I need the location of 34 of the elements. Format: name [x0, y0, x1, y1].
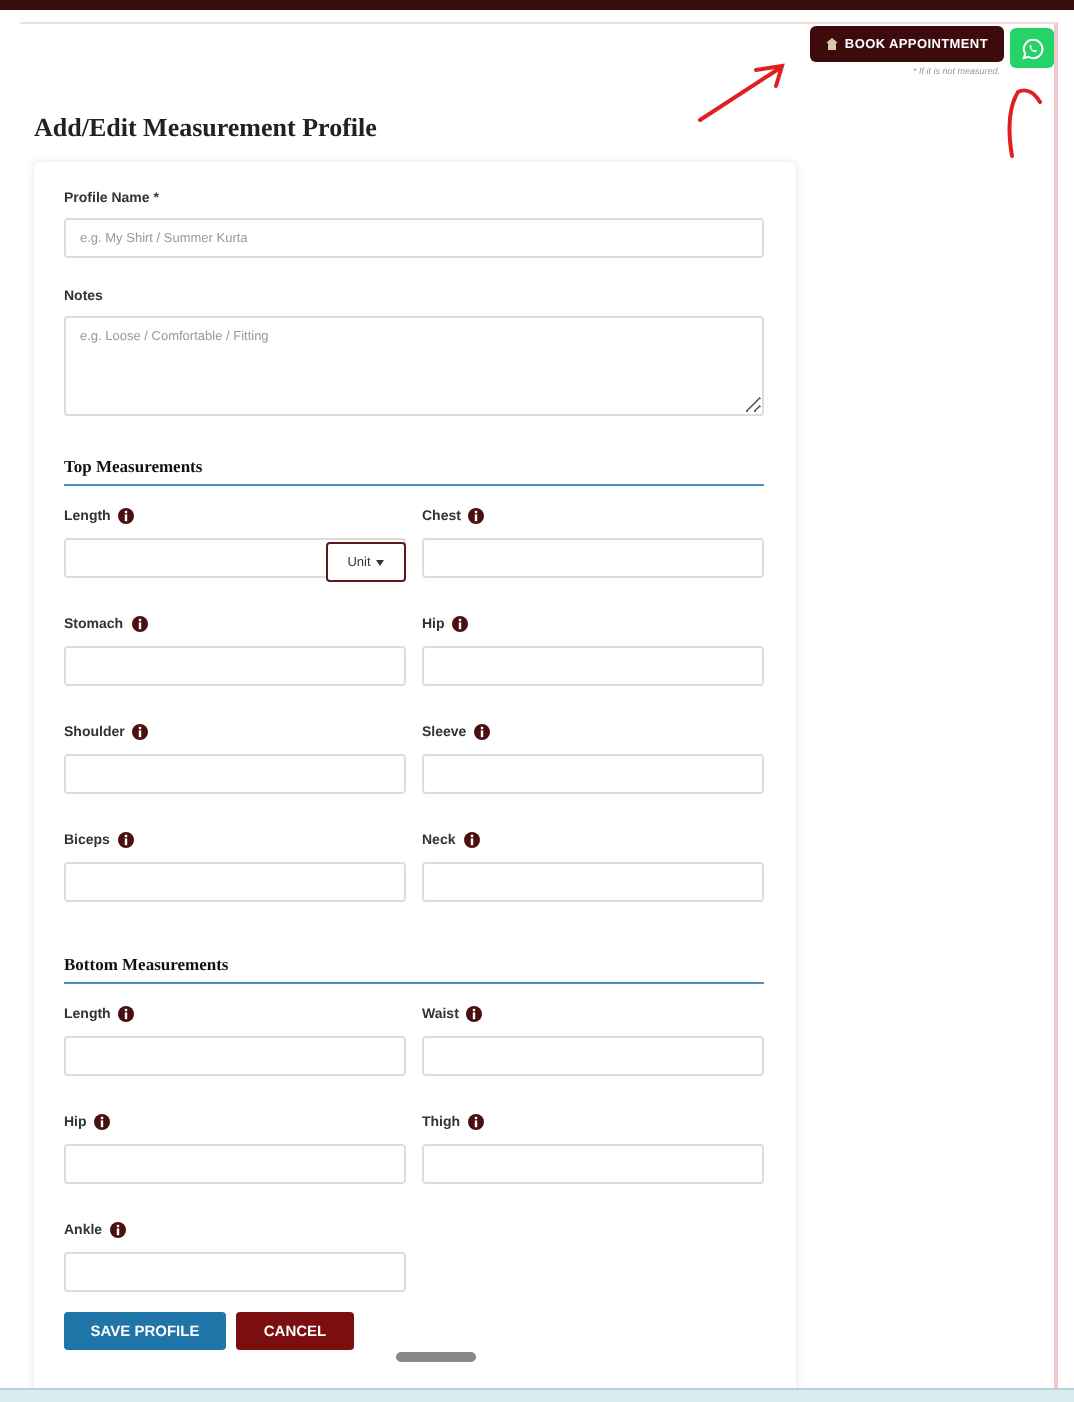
- input-field[interactable]: [422, 862, 764, 902]
- caret-icon: [376, 559, 385, 565]
- annotation-arrow: [696, 60, 788, 124]
- input-field[interactable]: [422, 1036, 764, 1076]
- info-icon: [118, 508, 135, 524]
- input-field[interactable]: [64, 1252, 406, 1292]
- section-heading: Bottom Measurements: [64, 954, 764, 984]
- info-icon: [466, 1006, 483, 1022]
- info-icon: [474, 724, 491, 740]
- scroll-handle: [396, 1352, 476, 1362]
- info-icon: [110, 1222, 127, 1238]
- info-icon: [118, 1006, 135, 1022]
- page-title: Add/Edit Measurement Profile: [34, 112, 379, 144]
- info-icon: [468, 508, 485, 524]
- info-icon: [94, 1114, 111, 1130]
- input-field[interactable]: [64, 1144, 406, 1184]
- input-field[interactable]: [64, 754, 406, 794]
- input-field[interactable]: [64, 862, 406, 902]
- info-icon: [452, 616, 469, 632]
- input-field[interactable]: [422, 1144, 764, 1184]
- section-heading: Top Measurements: [64, 456, 764, 486]
- chat-icon: [1021, 37, 1043, 59]
- info-icon: [468, 1114, 485, 1130]
- home-icon: [826, 38, 839, 50]
- input-field[interactable]: [422, 538, 764, 578]
- info-icon: [117, 832, 134, 848]
- input-field[interactable]: [64, 1036, 406, 1076]
- info-icon: [132, 724, 149, 740]
- input-field[interactable]: [422, 646, 764, 686]
- input-field[interactable]: [64, 646, 406, 686]
- input-field[interactable]: [422, 754, 764, 794]
- info-icon: [463, 832, 480, 848]
- whatsapp-button[interactable]: [1010, 28, 1054, 68]
- info-icon: [131, 616, 148, 632]
